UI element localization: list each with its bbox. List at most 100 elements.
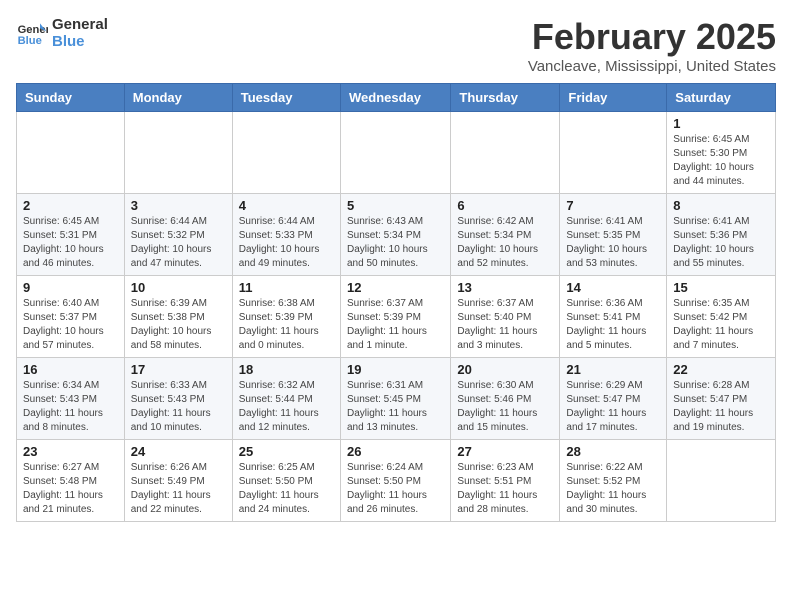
day-number: 14 xyxy=(566,280,660,295)
day-info: Sunrise: 6:40 AM Sunset: 5:37 PM Dayligh… xyxy=(23,297,118,353)
day-info: Sunrise: 6:37 AM Sunset: 5:39 PM Dayligh… xyxy=(347,297,444,353)
day-number: 12 xyxy=(347,280,444,295)
day-info: Sunrise: 6:31 AM Sunset: 5:45 PM Dayligh… xyxy=(347,379,444,435)
day-info: Sunrise: 6:43 AM Sunset: 5:34 PM Dayligh… xyxy=(347,215,444,271)
day-number: 17 xyxy=(131,362,226,377)
day-header-friday: Friday xyxy=(560,84,667,112)
day-info: Sunrise: 6:41 AM Sunset: 5:36 PM Dayligh… xyxy=(673,215,769,271)
day-info: Sunrise: 6:22 AM Sunset: 5:52 PM Dayligh… xyxy=(566,461,660,517)
day-info: Sunrise: 6:44 AM Sunset: 5:32 PM Dayligh… xyxy=(131,215,226,271)
day-number: 20 xyxy=(457,362,553,377)
day-info: Sunrise: 6:44 AM Sunset: 5:33 PM Dayligh… xyxy=(239,215,334,271)
page-header: General Blue General Blue February 2025 … xyxy=(16,16,776,75)
day-number: 8 xyxy=(673,198,769,213)
day-info: Sunrise: 6:34 AM Sunset: 5:43 PM Dayligh… xyxy=(23,379,118,435)
day-number: 22 xyxy=(673,362,769,377)
calendar-cell: 12 Sunrise: 6:37 AM Sunset: 5:39 PM Dayli… xyxy=(340,276,450,358)
calendar-cell: 4Sunrise: 6:44 AM Sunset: 5:33 PM Daylig… xyxy=(232,194,340,276)
calendar-cell: 16 Sunrise: 6:34 AM Sunset: 5:43 PM Dayli… xyxy=(17,358,125,440)
calendar-cell: 19 Sunrise: 6:31 AM Sunset: 5:45 PM Dayli… xyxy=(340,358,450,440)
day-number: 9 xyxy=(23,280,118,295)
logo-line1: General xyxy=(52,16,108,33)
day-info: Sunrise: 6:45 AM Sunset: 5:30 PM Dayligh… xyxy=(673,133,769,189)
day-header-saturday: Saturday xyxy=(667,84,776,112)
calendar-cell: 1 Sunrise: 6:45 AM Sunset: 5:30 PM Daylig… xyxy=(667,112,776,194)
calendar-cell: 8 Sunrise: 6:41 AM Sunset: 5:36 PM Daylig… xyxy=(667,194,776,276)
day-number: 10 xyxy=(131,280,226,295)
calendar-cell: 9 Sunrise: 6:40 AM Sunset: 5:37 PM Daylig… xyxy=(17,276,125,358)
calendar-cell: 17 Sunrise: 6:33 AM Sunset: 5:43 PM Dayli… xyxy=(124,358,232,440)
location-title: Vancleave, Mississippi, United States xyxy=(528,58,776,75)
calendar-week-4: 16 Sunrise: 6:34 AM Sunset: 5:43 PM Dayli… xyxy=(17,358,776,440)
day-header-tuesday: Tuesday xyxy=(232,84,340,112)
day-number: 18 xyxy=(239,362,334,377)
day-number: 7 xyxy=(566,198,660,213)
calendar-cell: 10Sunrise: 6:39 AM Sunset: 5:38 PM Dayli… xyxy=(124,276,232,358)
day-info: Sunrise: 6:35 AM Sunset: 5:42 PM Dayligh… xyxy=(673,297,769,353)
day-info: Sunrise: 6:24 AM Sunset: 5:50 PM Dayligh… xyxy=(347,461,444,517)
day-info: Sunrise: 6:32 AM Sunset: 5:44 PM Dayligh… xyxy=(239,379,334,435)
day-info: Sunrise: 6:45 AM Sunset: 5:31 PM Dayligh… xyxy=(23,215,118,271)
calendar-cell: 26 Sunrise: 6:24 AM Sunset: 5:50 PM Dayli… xyxy=(340,440,450,522)
day-info: Sunrise: 6:41 AM Sunset: 5:35 PM Dayligh… xyxy=(566,215,660,271)
day-info: Sunrise: 6:30 AM Sunset: 5:46 PM Dayligh… xyxy=(457,379,553,435)
calendar-week-3: 9 Sunrise: 6:40 AM Sunset: 5:37 PM Daylig… xyxy=(17,276,776,358)
day-number: 26 xyxy=(347,444,444,459)
calendar-cell xyxy=(667,440,776,522)
calendar-cell xyxy=(17,112,125,194)
day-info: Sunrise: 6:25 AM Sunset: 5:50 PM Dayligh… xyxy=(239,461,334,517)
day-number: 21 xyxy=(566,362,660,377)
logo-line2: Blue xyxy=(52,33,108,50)
calendar-cell: 27 Sunrise: 6:23 AM Sunset: 5:51 PM Dayli… xyxy=(451,440,560,522)
day-number: 1 xyxy=(673,116,769,131)
calendar-cell xyxy=(560,112,667,194)
logo: General Blue General Blue xyxy=(16,16,108,50)
calendar-cell: 23Sunrise: 6:27 AM Sunset: 5:48 PM Dayli… xyxy=(17,440,125,522)
calendar-cell xyxy=(340,112,450,194)
day-info: Sunrise: 6:28 AM Sunset: 5:47 PM Dayligh… xyxy=(673,379,769,435)
day-info: Sunrise: 6:29 AM Sunset: 5:47 PM Dayligh… xyxy=(566,379,660,435)
calendar-cell: 14 Sunrise: 6:36 AM Sunset: 5:41 PM Dayli… xyxy=(560,276,667,358)
day-header-monday: Monday xyxy=(124,84,232,112)
day-number: 16 xyxy=(23,362,118,377)
day-number: 27 xyxy=(457,444,553,459)
calendar-header-row: SundayMondayTuesdayWednesdayThursdayFrid… xyxy=(17,84,776,112)
svg-text:General: General xyxy=(18,24,48,36)
calendar-cell: 5 Sunrise: 6:43 AM Sunset: 5:34 PM Daylig… xyxy=(340,194,450,276)
calendar-cell: 13 Sunrise: 6:37 AM Sunset: 5:40 PM Dayli… xyxy=(451,276,560,358)
day-number: 24 xyxy=(131,444,226,459)
day-number: 13 xyxy=(457,280,553,295)
calendar-week-5: 23Sunrise: 6:27 AM Sunset: 5:48 PM Dayli… xyxy=(17,440,776,522)
day-number: 25 xyxy=(239,444,334,459)
calendar-week-2: 2 Sunrise: 6:45 AM Sunset: 5:31 PM Daylig… xyxy=(17,194,776,276)
calendar-cell: 7 Sunrise: 6:41 AM Sunset: 5:35 PM Daylig… xyxy=(560,194,667,276)
day-info: Sunrise: 6:42 AM Sunset: 5:34 PM Dayligh… xyxy=(457,215,553,271)
day-info: Sunrise: 6:27 AM Sunset: 5:48 PM Dayligh… xyxy=(23,461,118,517)
day-number: 15 xyxy=(673,280,769,295)
calendar-cell: 18 Sunrise: 6:32 AM Sunset: 5:44 PM Dayli… xyxy=(232,358,340,440)
day-number: 3 xyxy=(131,198,226,213)
day-info: Sunrise: 6:37 AM Sunset: 5:40 PM Dayligh… xyxy=(457,297,553,353)
calendar-cell: 25 Sunrise: 6:25 AM Sunset: 5:50 PM Dayli… xyxy=(232,440,340,522)
day-header-thursday: Thursday xyxy=(451,84,560,112)
calendar-cell: 24 Sunrise: 6:26 AM Sunset: 5:49 PM Dayli… xyxy=(124,440,232,522)
calendar-cell xyxy=(232,112,340,194)
calendar-cell: 28Sunrise: 6:22 AM Sunset: 5:52 PM Dayli… xyxy=(560,440,667,522)
calendar-cell: 11Sunrise: 6:38 AM Sunset: 5:39 PM Dayli… xyxy=(232,276,340,358)
day-info: Sunrise: 6:23 AM Sunset: 5:51 PM Dayligh… xyxy=(457,461,553,517)
day-info: Sunrise: 6:36 AM Sunset: 5:41 PM Dayligh… xyxy=(566,297,660,353)
logo-icon: General Blue xyxy=(16,17,48,49)
logo-wordmark: General Blue xyxy=(52,16,108,50)
day-number: 19 xyxy=(347,362,444,377)
day-header-wednesday: Wednesday xyxy=(340,84,450,112)
month-title: February 2025 xyxy=(528,16,776,58)
day-number: 2 xyxy=(23,198,118,213)
calendar-cell: 6Sunrise: 6:42 AM Sunset: 5:34 PM Daylig… xyxy=(451,194,560,276)
day-number: 5 xyxy=(347,198,444,213)
calendar-cell: 22 Sunrise: 6:28 AM Sunset: 5:47 PM Dayli… xyxy=(667,358,776,440)
calendar-cell: 2 Sunrise: 6:45 AM Sunset: 5:31 PM Daylig… xyxy=(17,194,125,276)
day-info: Sunrise: 6:26 AM Sunset: 5:49 PM Dayligh… xyxy=(131,461,226,517)
day-info: Sunrise: 6:33 AM Sunset: 5:43 PM Dayligh… xyxy=(131,379,226,435)
calendar-cell: 15 Sunrise: 6:35 AM Sunset: 5:42 PM Dayli… xyxy=(667,276,776,358)
day-info: Sunrise: 6:38 AM Sunset: 5:39 PM Dayligh… xyxy=(239,297,334,353)
